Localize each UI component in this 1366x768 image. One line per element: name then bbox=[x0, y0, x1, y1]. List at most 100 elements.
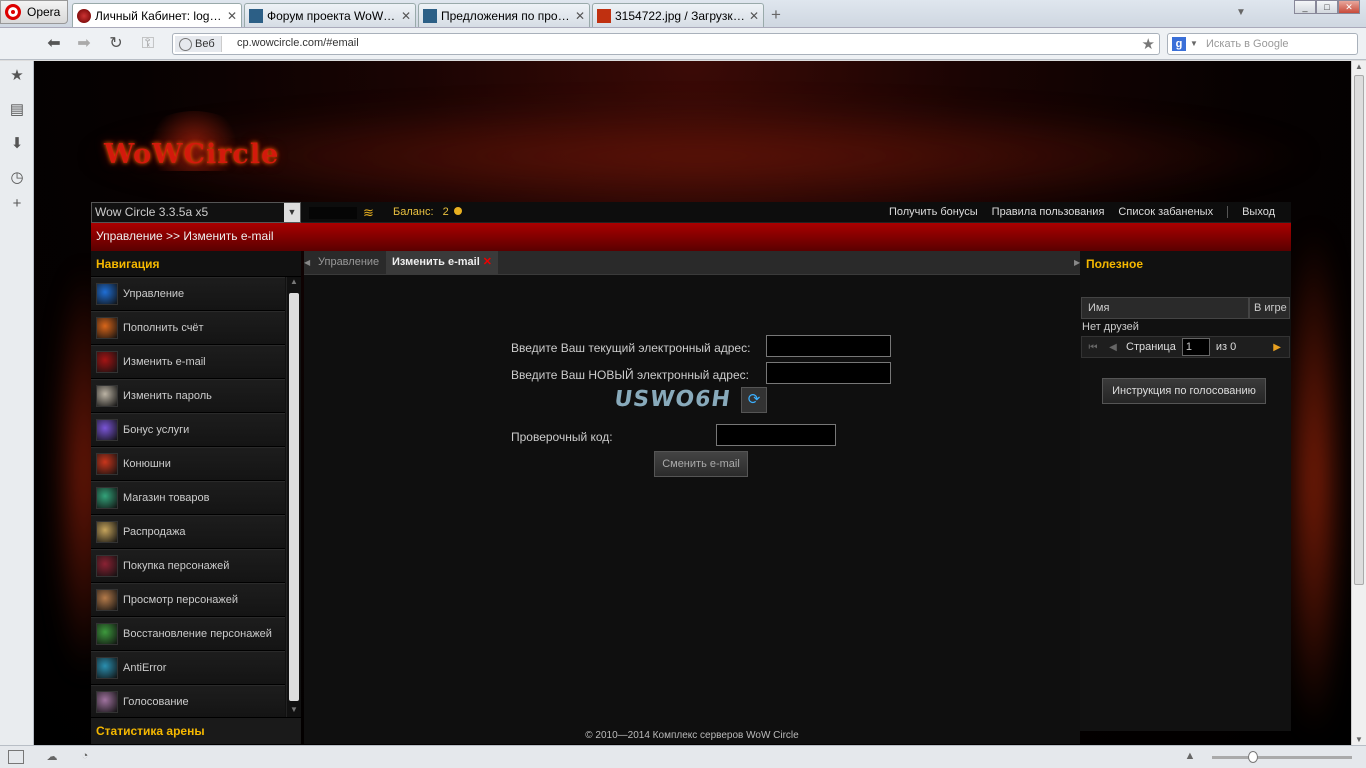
change-email-button[interactable]: Сменить e-mail bbox=[654, 451, 748, 477]
browser-side-panel: ★ ▤ ⬇ ◷ + bbox=[0, 61, 34, 745]
nav-item[interactable]: Управление bbox=[91, 277, 285, 311]
account-name-redacted bbox=[309, 207, 357, 219]
downloads-icon[interactable]: ⬇ bbox=[8, 135, 26, 153]
tab-close-icon[interactable]: ✕ bbox=[749, 9, 759, 23]
panel-toggle-icon[interactable] bbox=[8, 750, 24, 764]
view-up-icon[interactable]: ▲ bbox=[1182, 750, 1198, 764]
arena-stats-title[interactable]: Статистика арены bbox=[91, 717, 301, 744]
tab-close-icon[interactable]: ✕ bbox=[227, 9, 237, 23]
nav-item[interactable]: Распродажа bbox=[91, 515, 285, 549]
verification-code-input[interactable] bbox=[716, 424, 836, 446]
nav-item[interactable]: Восстановление персонажей bbox=[91, 617, 285, 651]
select-chevron-icon[interactable]: ▼ bbox=[284, 203, 300, 222]
prev-page-icon[interactable]: ◀ bbox=[1106, 342, 1120, 353]
url-text[interactable]: cp.wowcircle.com/#email bbox=[237, 37, 359, 49]
no-friends-text: Нет друзей bbox=[1082, 321, 1139, 333]
get-bonuses-link[interactable]: Получить бонусы bbox=[889, 206, 978, 218]
rules-link[interactable]: Правила пользования bbox=[992, 206, 1105, 218]
page-input[interactable]: 1 bbox=[1181, 338, 1210, 356]
nav-item[interactable]: Изменить e-mail bbox=[91, 345, 285, 379]
google-icon[interactable]: g bbox=[1172, 37, 1186, 51]
new-tab-plus-icon[interactable]: + bbox=[771, 5, 781, 25]
nav-item-icon bbox=[96, 453, 118, 475]
tab-change-email[interactable]: Изменить e-mail ✕ bbox=[386, 251, 498, 275]
nav-item-label: Голосование bbox=[123, 696, 189, 708]
nav-item-icon bbox=[96, 351, 118, 373]
nav-item[interactable]: Голосование bbox=[91, 685, 285, 719]
nav-list: Управление Пополнить счёт Изменить e-mail И… bbox=[91, 277, 285, 719]
web-badge[interactable]: Веб bbox=[175, 36, 222, 52]
nav-scrollbar[interactable]: ▲ ▼ bbox=[286, 277, 300, 717]
nav-item[interactable]: Магазин товаров bbox=[91, 481, 285, 515]
nav-item-icon bbox=[96, 589, 118, 611]
bookmark-star-icon[interactable]: ★ bbox=[1142, 35, 1155, 53]
page-scroll-thumb[interactable] bbox=[1354, 75, 1364, 585]
nav-scroll-thumb[interactable] bbox=[289, 293, 299, 701]
tab-label: Личный Кабинет: logon... bbox=[95, 8, 223, 23]
nav-item[interactable]: Пополнить счёт bbox=[91, 311, 285, 345]
tab-close-icon[interactable]: ✕ bbox=[575, 9, 585, 23]
current-email-input[interactable] bbox=[766, 335, 891, 357]
nav-item[interactable]: Покупка персонажей bbox=[91, 549, 285, 583]
tab-list-chevron-icon[interactable]: ▼ bbox=[1236, 7, 1246, 18]
browser-tab[interactable]: Личный Кабинет: logon... ✕ bbox=[72, 3, 242, 27]
realm-select-value: Wow Circle 3.3.5a x5 bbox=[95, 205, 209, 219]
browser-tab[interactable]: Форум проекта WoW Ci... ✕ bbox=[244, 3, 416, 27]
scroll-up-icon[interactable]: ▲ bbox=[1355, 62, 1363, 71]
first-page-icon[interactable]: ⏮ bbox=[1086, 342, 1100, 353]
realm-select[interactable]: Wow Circle 3.3.5a x5 ▼ bbox=[91, 202, 301, 223]
notes-icon[interactable]: ▤ bbox=[8, 101, 26, 119]
search-engine-chevron-icon[interactable]: ▼ bbox=[1190, 39, 1198, 48]
nav-item-icon bbox=[96, 555, 118, 577]
top-bar: Wow Circle 3.3.5a x5 ▼ ≋ Баланс: 2 Получ… bbox=[91, 202, 1291, 223]
banned-list-link[interactable]: Список забаненых bbox=[1118, 206, 1213, 218]
forward-arrow-icon[interactable]: ➡ bbox=[74, 34, 94, 54]
tab-management[interactable]: Управление bbox=[312, 251, 385, 275]
site-logo[interactable]: WoWCircle bbox=[104, 139, 279, 170]
nav-item[interactable]: Просмотр персонажей bbox=[91, 583, 285, 617]
scroll-down-icon[interactable]: ▼ bbox=[1355, 735, 1363, 744]
back-arrow-icon[interactable]: ⬅ bbox=[44, 34, 64, 54]
friends-pager: ⏮ ◀ Страница 1 из 0 ▶ bbox=[1081, 336, 1290, 358]
nav-item[interactable]: AntiError bbox=[91, 651, 285, 685]
friends-col-status[interactable]: В игре bbox=[1249, 297, 1290, 319]
nav-item[interactable]: Бонус услуги bbox=[91, 413, 285, 447]
tab-close-icon[interactable]: ✕ bbox=[483, 256, 492, 268]
cloud-icon[interactable]: ☁ bbox=[44, 750, 60, 764]
bookmarks-star-icon[interactable]: ★ bbox=[8, 67, 26, 85]
voting-instructions-button[interactable]: Инструкция по голосованию bbox=[1102, 378, 1266, 404]
maximize-icon[interactable]: □ bbox=[1316, 0, 1338, 14]
zoom-knob[interactable] bbox=[1248, 751, 1258, 763]
nav-item-icon bbox=[96, 623, 118, 645]
history-clock-icon[interactable]: ◷ bbox=[8, 169, 26, 187]
scroll-down-icon[interactable]: ▼ bbox=[287, 705, 301, 717]
search-field[interactable]: g ▼ Искать в Google bbox=[1167, 33, 1358, 55]
reload-icon[interactable]: ↻ bbox=[106, 34, 126, 54]
browser-tab[interactable]: Предложения по проек... ✕ bbox=[418, 3, 590, 27]
add-panel-plus-icon[interactable]: + bbox=[8, 195, 26, 213]
breadcrumb: Управление >> Изменить e-mail bbox=[91, 223, 1291, 251]
scroll-up-icon[interactable]: ▲ bbox=[287, 277, 301, 289]
collapse-left-icon[interactable]: ◀ bbox=[304, 251, 310, 275]
new-email-input[interactable] bbox=[766, 362, 891, 384]
tab-close-icon[interactable]: ✕ bbox=[401, 9, 411, 23]
opera-menu-button[interactable]: Opera bbox=[0, 0, 68, 24]
nav-item[interactable]: Конюшни bbox=[91, 447, 285, 481]
address-field[interactable]: Веб cp.wowcircle.com/#email ★ bbox=[172, 33, 1160, 55]
minimize-icon[interactable]: _ bbox=[1294, 0, 1316, 14]
browser-tab[interactable]: 3154722.jpg / Загрузка ... ✕ bbox=[592, 3, 764, 27]
friends-col-name[interactable]: Имя bbox=[1081, 297, 1249, 319]
close-window-icon[interactable]: ✕ bbox=[1338, 0, 1360, 14]
key-icon[interactable]: ⚿ bbox=[138, 34, 158, 54]
lava-glow-right bbox=[1284, 221, 1344, 741]
captcha-refresh-icon[interactable]: ⟳ bbox=[741, 387, 767, 413]
navigation-panel: Навигация Управление Пополнить счёт Измени… bbox=[91, 251, 301, 744]
speed-dial-icon[interactable]: ◔ bbox=[77, 750, 93, 764]
logout-link[interactable]: Выход bbox=[1242, 206, 1275, 218]
forum-favicon-icon bbox=[423, 8, 437, 23]
useful-panel: Полезное Имя В игре Нет друзей ⏮ ◀ Стран… bbox=[1080, 251, 1291, 731]
zoom-slider[interactable] bbox=[1212, 751, 1352, 763]
nav-item[interactable]: Изменить пароль bbox=[91, 379, 285, 413]
page-scrollbar[interactable]: ▲ ▼ bbox=[1351, 61, 1366, 745]
next-page-icon[interactable]: ▶ bbox=[1273, 342, 1281, 353]
